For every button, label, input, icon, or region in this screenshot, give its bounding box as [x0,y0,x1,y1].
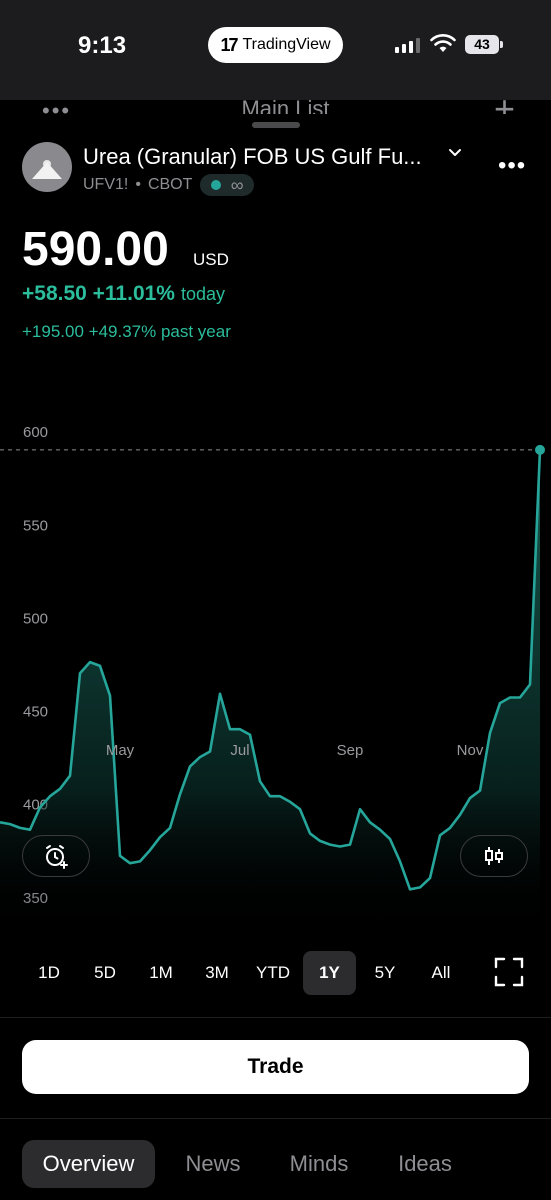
wifi-icon [430,34,456,52]
y-tick-label: 500 [23,610,48,627]
daily-change-label: today [180,284,226,304]
divider [0,1017,551,1018]
x-tick-label: Jul [230,742,249,759]
y-tick-label: 550 [23,517,48,534]
more-options-button[interactable]: ••• [498,152,526,180]
daily-change-value: +58.50 +11.01% [22,282,175,305]
chevron-down-icon[interactable] [446,144,464,162]
sheet-grabber[interactable] [252,122,300,128]
candlestick-icon [485,847,503,865]
status-bar: 9:13 17 TradingView 43 [0,0,551,100]
tab-news[interactable]: News [170,1140,256,1188]
tab-minds[interactable]: Minds [275,1140,363,1188]
range-1m[interactable]: 1M [139,951,183,995]
range-5d[interactable]: 5D [83,951,127,995]
chart-type-button[interactable] [460,835,528,877]
exchange: CBOT [147,176,193,193]
x-tick-label: Sep [337,742,364,759]
battery-tip [500,41,503,48]
app-name: TradingView [242,36,331,53]
fullscreen-icon[interactable] [494,957,524,987]
battery-indicator: 43 [465,35,499,54]
last-price-dot [535,444,545,455]
ticker: UFV1! [83,176,129,193]
range-5y[interactable]: 5Y [363,951,407,995]
daily-change: +58.50 +11.01% today [22,282,225,306]
tradingview-logo-icon: 17 [220,34,238,55]
range-ytd[interactable]: YTD [250,951,296,995]
last-price: 590.00 [22,223,169,276]
cellular-signal-icon [395,37,420,53]
symbol-sheet: Urea (Granular) FOB US Gulf Fu... ••• UF… [0,114,551,1200]
range-all[interactable]: All [419,951,463,995]
x-tick-label: May [106,742,135,759]
market-status-badge[interactable]: ∞ [200,174,255,196]
app-indicator-pill[interactable]: 17 TradingView [208,27,343,63]
y-tick-label: 450 [23,704,48,721]
tab-ideas[interactable]: Ideas [384,1140,466,1188]
tab-overview[interactable]: Overview [22,1140,155,1188]
add-alert-button[interactable] [22,835,90,877]
divider [0,1118,551,1119]
symbol-meta: UFV1! • CBOT ∞ [83,174,255,196]
live-dot-icon [211,180,222,190]
x-tick-label: Nov [457,742,484,759]
range-3m[interactable]: 3M [195,951,239,995]
alarm-plus-icon [46,845,68,869]
y-tick-label: 600 [23,424,48,441]
continuous-contract-icon: ∞ [230,174,244,195]
time-range-selector: 1D 5D 1M 3M YTD 1Y 5Y All [0,949,551,995]
yearly-change: +195.00 +49.37% past year [22,322,231,341]
symbol-name[interactable]: Urea (Granular) FOB US Gulf Fu... [83,144,422,170]
range-1d[interactable]: 1D [28,951,70,995]
clock: 9:13 [78,32,127,59]
meta-separator: • [135,176,141,193]
section-tabs: Overview News Minds Ideas [0,1140,551,1188]
range-1y[interactable]: 1Y [303,951,356,995]
price-currency: USD [193,250,229,269]
trade-button[interactable]: Trade [22,1040,529,1094]
symbol-logo-icon [22,142,72,192]
